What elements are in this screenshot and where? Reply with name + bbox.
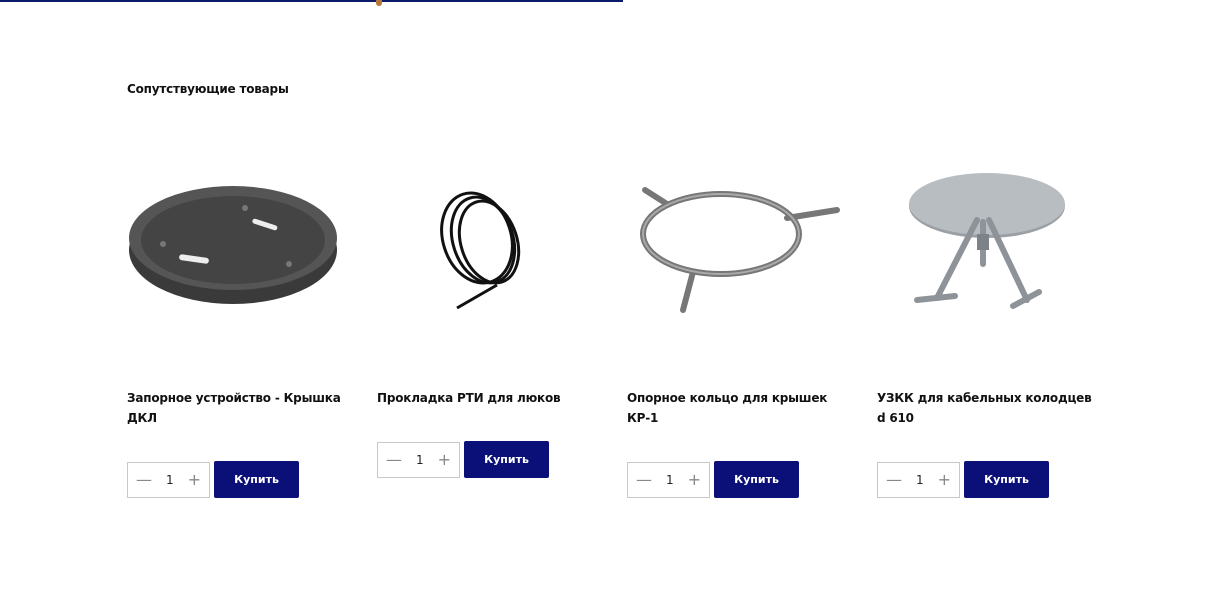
minus-icon[interactable]: — xyxy=(386,451,402,468)
product-card: Опорное кольцо для крышек КР-1 — 1 + Куп… xyxy=(627,160,843,498)
minus-icon[interactable]: — xyxy=(136,471,152,488)
product-card: Прокладка РТИ для люков — 1 + Купить xyxy=(377,160,593,498)
buy-button[interactable]: Купить xyxy=(714,461,799,498)
quantity-value[interactable]: 1 xyxy=(166,473,174,487)
quantity-stepper[interactable]: — 1 + xyxy=(127,461,210,498)
product-card: УЗКК для кабельных колодцев d 610 — 1 + … xyxy=(877,160,1093,498)
plus-icon[interactable]: + xyxy=(438,451,451,468)
plus-icon[interactable]: + xyxy=(938,471,951,488)
quantity-stepper[interactable]: — 1 + xyxy=(377,441,460,478)
product-image-manhole-lid[interactable] xyxy=(127,160,343,335)
plus-icon[interactable]: + xyxy=(688,471,701,488)
top-banner-edge xyxy=(0,0,623,2)
product-name[interactable]: Опорное кольцо для крышек КР-1 xyxy=(627,388,843,428)
minus-icon[interactable]: — xyxy=(636,471,652,488)
plus-icon[interactable]: + xyxy=(188,471,201,488)
product-image-cable-well-lock[interactable] xyxy=(877,160,1093,335)
quantity-stepper[interactable]: — 1 + xyxy=(877,461,960,498)
banner-decoration xyxy=(376,0,382,6)
quantity-value[interactable]: 1 xyxy=(416,453,424,467)
quantity-value[interactable]: 1 xyxy=(916,473,924,487)
related-products: Запорное устройство - Крышка ДКЛ — 1 + К… xyxy=(127,160,1093,498)
minus-icon[interactable]: — xyxy=(886,471,902,488)
product-image-gasket[interactable] xyxy=(377,160,593,335)
buy-button[interactable]: Купить xyxy=(964,461,1049,498)
section-title: Сопутствующие товары xyxy=(127,82,289,96)
quantity-value[interactable]: 1 xyxy=(666,473,674,487)
product-name[interactable]: Запорное устройство - Крышка ДКЛ xyxy=(127,388,343,428)
quantity-stepper[interactable]: — 1 + xyxy=(627,461,710,498)
product-card: Запорное устройство - Крышка ДКЛ — 1 + К… xyxy=(127,160,343,498)
buy-button[interactable]: Купить xyxy=(214,461,299,498)
buy-button[interactable]: Купить xyxy=(464,441,549,478)
product-name[interactable]: УЗКК для кабельных колодцев d 610 xyxy=(877,388,1093,428)
product-image-support-ring[interactable] xyxy=(627,160,843,335)
product-name[interactable]: Прокладка РТИ для люков xyxy=(377,388,593,408)
